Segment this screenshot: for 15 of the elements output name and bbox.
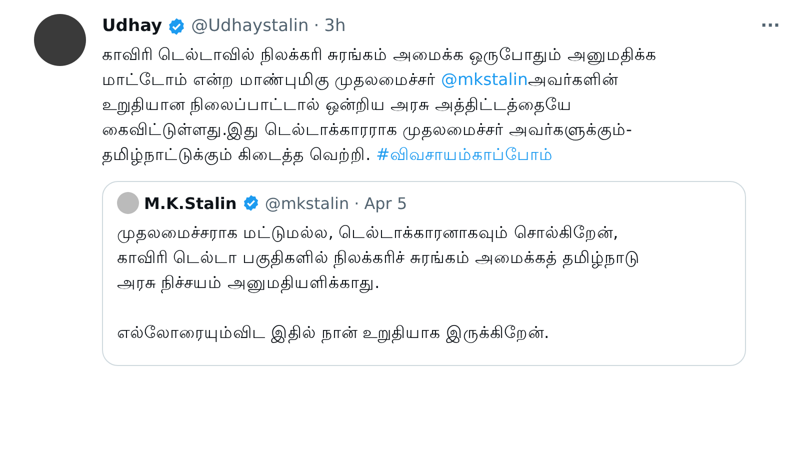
author-handle[interactable]: @Udhaystalin (191, 16, 309, 36)
quote-text: முதலமைச்சராக மட்டுமல்ல, டெல்டாக்காரனாகவும் சொல்கிறேன், காவிரி டெல்டா பகுதிகளில் நிலக்கரிச் சுரங்கம் அமைக்கத் தமிழ்நாடு அரசு நிச்சயம் அனுமதியளிக்காது. (117, 222, 640, 295)
author-name[interactable]: Udhay (102, 16, 162, 36)
separator-dot: · (314, 16, 320, 36)
quote-avatar (117, 192, 139, 214)
quote-author-name: M.K.Stalin (144, 194, 237, 212)
more-options-icon[interactable]: ··· (760, 16, 780, 36)
quote-time: Apr 5 (364, 194, 408, 212)
quote-text: எல்லோரையும்விட இதில் நான் உறுதியாக இருக்கிறேன். (117, 322, 550, 345)
separator-dot: · (354, 194, 360, 212)
tweet-text: காவிரி டெல்டாவில் நிலக்கரி சுரங்கம் அமைக்க ஒருபோதும் அனுமதிக்க மாட்டோம் என்ற மாண்புமிகு முதலமைச்சர் @mkstalinஅவர்களின் உறுதியான நிலைப்பாட்டால் ஒன்றிய அரசு அத்திட்டத்தையே கைவிட்டுள்ளது.இது டெல்டாக்காரராக முதலமைச்சர் அவர்களுக்கும்-தமிழ்நாட்டுக்கும் கிடைத்த வெற்றி. #விவசாயம்காப்போம் (102, 44, 658, 167)
avatar-placeholder[interactable] (34, 14, 86, 66)
post-time[interactable]: 3h (324, 16, 346, 36)
quoted-tweet-card[interactable] (102, 181, 746, 366)
quote-author-handle: @mkstalin (264, 194, 350, 212)
